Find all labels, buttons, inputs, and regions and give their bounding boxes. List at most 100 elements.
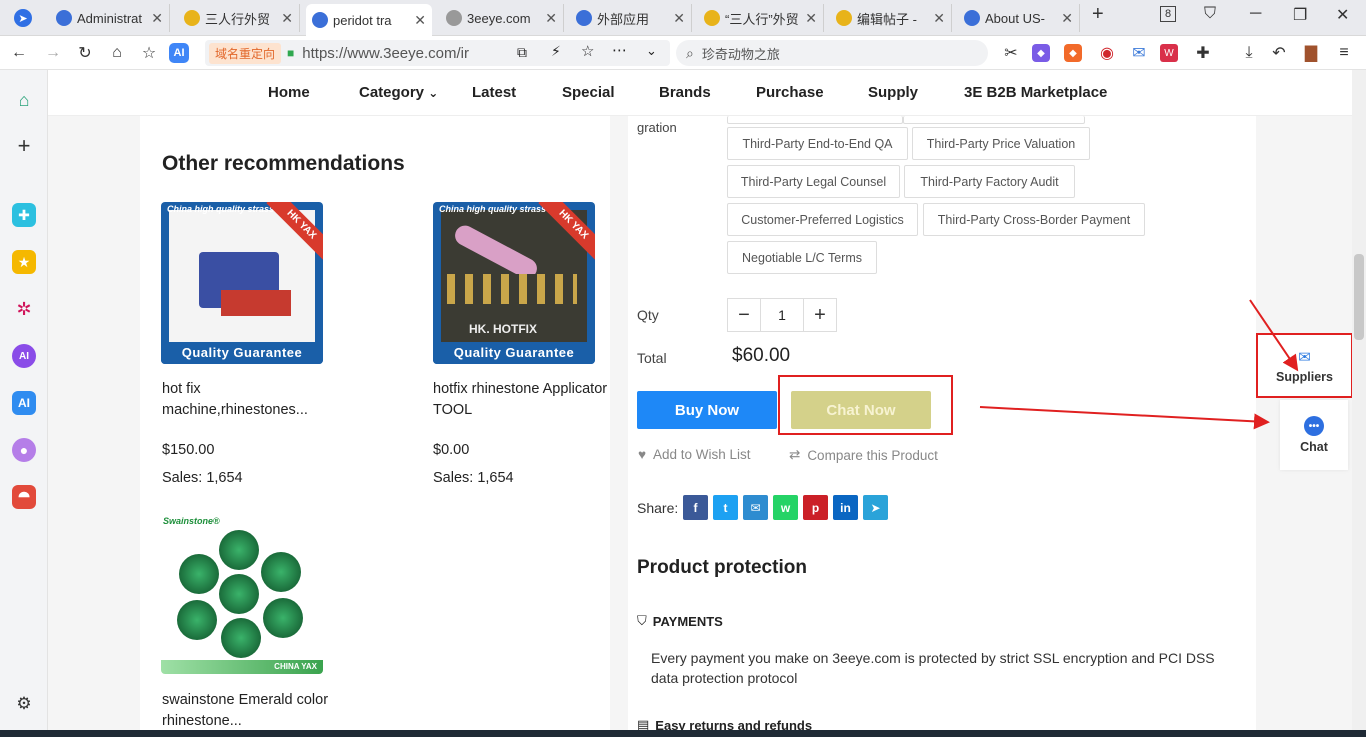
browser-tab[interactable]: 三人行外贸 ✕: [178, 4, 300, 32]
browser-tab[interactable]: “三人行”外贸 ✕: [698, 4, 824, 32]
favorites-icon[interactable]: ☆: [138, 42, 160, 64]
close-icon[interactable]: ✕: [545, 10, 557, 27]
home-icon[interactable]: ⌂: [12, 88, 36, 112]
image-banner-text: China high quality strass: [167, 204, 275, 214]
settings-icon[interactable]: ⚙: [12, 692, 36, 716]
extension-purple-icon[interactable]: ◆: [1032, 44, 1050, 62]
browser-tab-active[interactable]: peridot tra ✕: [306, 4, 432, 36]
plus-icon[interactable]: +: [804, 299, 836, 331]
nav-latest[interactable]: Latest: [472, 84, 516, 101]
browser-tab[interactable]: 3eeye.com ✕: [440, 4, 564, 32]
product-name[interactable]: hot fix machine,rhinestones...: [162, 379, 342, 421]
browser-tab[interactable]: 编辑帖子 - ✕: [830, 4, 952, 32]
back-icon[interactable]: ←: [8, 42, 30, 64]
extension-red-icon[interactable]: W: [1160, 44, 1178, 62]
telegram-icon[interactable]: ➤: [863, 495, 888, 520]
ai-app-icon[interactable]: AI: [12, 344, 36, 368]
product-image[interactable]: Swainstone® CHINA YAX: [161, 512, 323, 674]
scrollbar-thumb[interactable]: [1354, 254, 1364, 340]
url-field[interactable]: 域名重定向 ■ https://www.3eeye.com/ir ⧉ ⚡ ☆ ⋯…: [205, 40, 670, 66]
product-name[interactable]: swainstone Emerald color rhinestone...: [162, 690, 342, 732]
lock-icon[interactable]: ■: [287, 46, 294, 60]
nav-home[interactable]: Home: [268, 84, 310, 101]
weibo-icon[interactable]: ◉: [1096, 42, 1118, 64]
nav-category[interactable]: Category ⌄: [359, 84, 438, 101]
page-scrollbar[interactable]: [1352, 70, 1366, 730]
tab-title: Administrat: [77, 10, 143, 26]
extension-orange-icon[interactable]: ◆: [1064, 44, 1082, 62]
chevron-down-icon[interactable]: ⌄: [646, 43, 657, 59]
menu-icon[interactable]: ≡: [1333, 42, 1355, 64]
add-icon[interactable]: +: [12, 133, 36, 158]
shirt-icon[interactable]: ⛉: [1204, 5, 1216, 23]
nav-b2b-marketplace[interactable]: 3E B2B Marketplace: [964, 84, 1107, 101]
reload-icon[interactable]: ↻: [74, 42, 96, 64]
ai-icon[interactable]: AI: [169, 43, 189, 63]
facebook-icon[interactable]: f: [683, 495, 708, 520]
shield-icon: ⛉: [637, 613, 647, 628]
briefcase-icon[interactable]: ▇: [1300, 42, 1322, 64]
service-tag[interactable]: Third-Party Legal Counsel: [727, 165, 900, 198]
browser-sidebar: ⌂ + ✚ ★ ✲ AI AI ● ⯊ ⚙: [0, 70, 48, 730]
scissors-icon[interactable]: ✂: [1000, 42, 1022, 64]
service-tag[interactable]: Third-Party End-to-End QA: [727, 127, 908, 160]
tab-count-badge[interactable]: 8: [1160, 6, 1176, 22]
service-tag[interactable]: Third-Party Cross-Border Payment: [923, 203, 1145, 236]
chat-float-button[interactable]: ••• Chat: [1280, 400, 1348, 470]
whatsapp-icon[interactable]: w: [773, 495, 798, 520]
nav-brands[interactable]: Brands: [659, 84, 711, 101]
new-tab-icon[interactable]: +: [1092, 3, 1104, 26]
service-tag[interactable]: Negotiable L/C Terms: [727, 241, 877, 274]
search-input[interactable]: ⌕ 珍奇动物之旅: [676, 40, 988, 66]
bolt-icon[interactable]: ⚡: [551, 43, 561, 60]
home-icon[interactable]: ⌂: [106, 42, 128, 64]
close-icon[interactable]: ✕: [805, 10, 817, 27]
service-tag[interactable]: Customer-Preferred Logistics: [727, 203, 918, 236]
network-app-icon[interactable]: ✲: [12, 297, 36, 321]
product-image[interactable]: China high quality strass HK YAX HK. HOT…: [433, 202, 595, 364]
app-cyan-icon[interactable]: ✚: [12, 203, 36, 227]
close-icon[interactable]: ✕: [933, 10, 945, 27]
undo-icon[interactable]: ↶: [1268, 42, 1290, 64]
close-icon[interactable]: ✕: [1061, 10, 1073, 27]
linkedin-icon[interactable]: in: [833, 495, 858, 520]
more-icon[interactable]: ⋯: [612, 41, 627, 59]
email-icon[interactable]: ✉: [743, 495, 768, 520]
compare-product-link[interactable]: ⇄ Compare this Product: [789, 447, 938, 463]
chat-label: Chat: [1300, 440, 1328, 454]
add-to-wish-list-link[interactable]: ♥ Add to Wish List: [638, 447, 751, 462]
nav-purchase[interactable]: Purchase: [756, 84, 824, 101]
close-icon[interactable]: ✕: [673, 10, 685, 27]
download-icon[interactable]: ⤓: [1238, 42, 1260, 64]
browser-tab[interactable]: Administrat ✕: [50, 4, 170, 32]
pinterest-icon[interactable]: p: [803, 495, 828, 520]
browser-tab[interactable]: About US- ✕: [958, 4, 1080, 32]
minus-icon[interactable]: −: [728, 299, 760, 331]
nav-special[interactable]: Special: [562, 84, 615, 101]
game-app-icon[interactable]: ⯊: [12, 485, 36, 509]
twitter-icon[interactable]: t: [713, 495, 738, 520]
product-image[interactable]: China high quality strass HK YAX Quality…: [161, 202, 323, 364]
close-icon[interactable]: ✕: [281, 10, 293, 27]
nav-supply[interactable]: Supply: [868, 84, 918, 101]
star-icon[interactable]: ☆: [581, 42, 594, 60]
star-app-icon[interactable]: ★: [12, 250, 36, 274]
minimize-icon[interactable]: ─: [1250, 5, 1261, 23]
chat-app-icon[interactable]: ●: [12, 438, 36, 462]
translate-icon[interactable]: ⧉: [517, 44, 527, 61]
buy-now-button[interactable]: Buy Now: [637, 391, 777, 429]
close-icon[interactable]: ✕: [151, 10, 163, 27]
service-tag[interactable]: Third-Party Factory Audit: [904, 165, 1075, 198]
close-icon[interactable]: ✕: [414, 12, 426, 29]
mail-icon[interactable]: ✉: [1128, 42, 1150, 64]
quantity-input[interactable]: 1: [760, 299, 804, 331]
browser-logo-icon[interactable]: ➤: [14, 9, 32, 27]
product-name[interactable]: hotfix rhinestone Applicator TOOL: [433, 379, 613, 421]
puzzle-icon[interactable]: ✚: [1192, 42, 1214, 64]
maximize-icon[interactable]: ❐: [1293, 5, 1307, 25]
service-tag[interactable]: Third-Party Price Valuation: [912, 127, 1090, 160]
ai-blue-app-icon[interactable]: AI: [12, 391, 36, 415]
forward-icon[interactable]: →: [42, 42, 64, 64]
window-close-icon[interactable]: ✕: [1336, 5, 1349, 25]
browser-tab[interactable]: 外部应用 ✕: [570, 4, 692, 32]
